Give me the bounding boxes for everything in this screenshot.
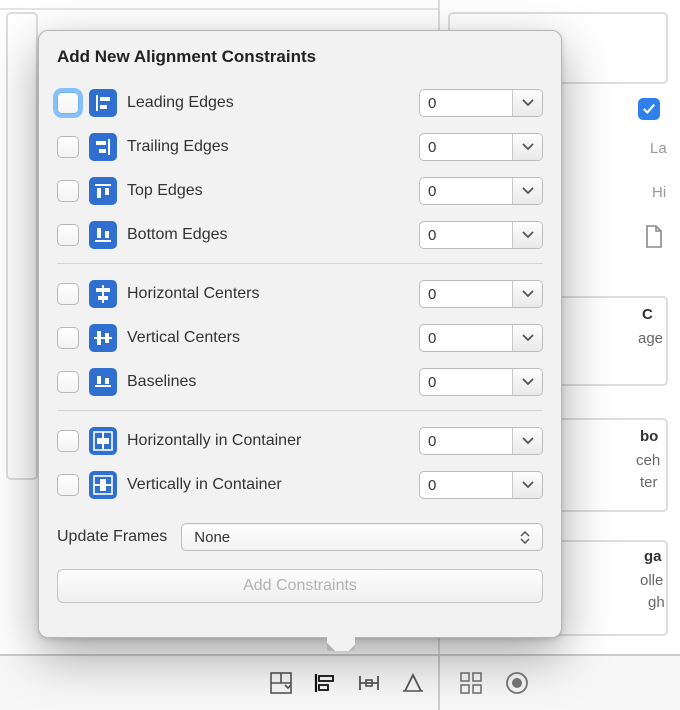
bg-text-bo: bo <box>640 428 658 445</box>
toolbar-divider <box>438 656 440 710</box>
trailing-checkbox[interactable] <box>57 136 79 158</box>
canvas-toolbar <box>0 654 680 710</box>
chevron-down-icon[interactable] <box>512 325 542 351</box>
baselines-checkbox[interactable] <box>57 371 79 393</box>
hcontainer-value-combo[interactable]: 0 <box>419 427 543 455</box>
leading-value-combo[interactable]: 0 <box>419 89 543 117</box>
document-icon <box>644 225 664 249</box>
canvas-left-strip <box>6 12 38 480</box>
baselines-icon <box>89 368 117 396</box>
alignment-constraints-popover: Add New Alignment Constraints Leading Ed… <box>38 30 562 638</box>
chevron-down-icon[interactable] <box>512 369 542 395</box>
group-separator <box>57 263 543 264</box>
trailing-icon <box>89 133 117 161</box>
update-frames-popup[interactable]: None <box>181 523 543 551</box>
hcenters-label: Horizontal Centers <box>127 285 419 303</box>
hcontainer-checkbox[interactable] <box>57 430 79 452</box>
bg-text-age: age <box>638 330 663 347</box>
align-row-leading: Leading Edges0 <box>57 81 543 125</box>
top-label: Top Edges <box>127 182 419 200</box>
resolve-tool-icon[interactable] <box>400 670 426 696</box>
vcenters-label: Vertical Centers <box>127 329 419 347</box>
add-constraints-label: Add Constraints <box>243 577 357 595</box>
align-row-trailing: Trailing Edges0 <box>57 125 543 169</box>
align-row-hcontainer: Horizontally in Container0 <box>57 419 543 463</box>
chevron-down-icon[interactable] <box>512 428 542 454</box>
vcenters-icon <box>89 324 117 352</box>
vcenters-value-combo[interactable]: 0 <box>419 324 543 352</box>
bottom-icon <box>89 221 117 249</box>
align-row-bottom: Bottom Edges0 <box>57 213 543 257</box>
pin-tool-icon[interactable] <box>356 670 382 696</box>
vcontainer-value: 0 <box>420 472 512 498</box>
trailing-label: Trailing Edges <box>127 138 419 156</box>
zoom-icon[interactable] <box>504 670 530 696</box>
hcontainer-value: 0 <box>420 428 512 454</box>
update-frames-label: Update Frames <box>57 528 167 546</box>
bg-text-c: C <box>642 306 653 323</box>
top-value-combo[interactable]: 0 <box>419 177 543 205</box>
trailing-value: 0 <box>420 134 512 160</box>
chevron-down-icon[interactable] <box>512 222 542 248</box>
bg-text-ceh: ceh <box>636 452 660 469</box>
align-tool-icon[interactable] <box>312 670 338 696</box>
vcenters-value: 0 <box>420 325 512 351</box>
align-row-vcenters: Vertical Centers0 <box>57 316 543 360</box>
bottom-label: Bottom Edges <box>127 226 419 244</box>
hcenters-icon <box>89 280 117 308</box>
leading-label: Leading Edges <box>127 94 419 112</box>
hcenters-value: 0 <box>420 281 512 307</box>
bottom-checkbox[interactable] <box>57 224 79 246</box>
hcenters-value-combo[interactable]: 0 <box>419 280 543 308</box>
top-value: 0 <box>420 178 512 204</box>
update-frames-value: None <box>194 529 230 546</box>
grid-icon[interactable] <box>458 670 484 696</box>
vcontainer-label: Vertically in Container <box>127 476 419 494</box>
bg-text-ter: ter <box>640 474 658 491</box>
top-icon <box>89 177 117 205</box>
align-row-top: Top Edges0 <box>57 169 543 213</box>
baselines-value: 0 <box>420 369 512 395</box>
group-separator <box>57 410 543 411</box>
bg-text-olle: olle <box>640 572 663 589</box>
chevron-down-icon[interactable] <box>512 472 542 498</box>
hcontainer-label: Horizontally in Container <box>127 432 419 450</box>
align-row-baselines: Baselines0 <box>57 360 543 404</box>
baselines-value-combo[interactable]: 0 <box>419 368 543 396</box>
vcenters-checkbox[interactable] <box>57 327 79 349</box>
bg-text-hi: Hi <box>652 184 666 201</box>
chevron-down-icon[interactable] <box>512 90 542 116</box>
align-row-hcenters: Horizontal Centers0 <box>57 272 543 316</box>
top-checkbox[interactable] <box>57 180 79 202</box>
trailing-value-combo[interactable]: 0 <box>419 133 543 161</box>
background-checkbox[interactable] <box>638 98 660 120</box>
hcontainer-icon <box>89 427 117 455</box>
popover-arrow <box>327 637 355 651</box>
bottom-value: 0 <box>420 222 512 248</box>
chevron-down-icon[interactable] <box>512 134 542 160</box>
baselines-label: Baselines <box>127 373 419 391</box>
chevron-down-icon[interactable] <box>512 178 542 204</box>
leading-checkbox[interactable] <box>57 92 79 114</box>
bottom-value-combo[interactable]: 0 <box>419 221 543 249</box>
stack-tool-icon[interactable] <box>268 670 294 696</box>
vcontainer-icon <box>89 471 117 499</box>
hcenters-checkbox[interactable] <box>57 283 79 305</box>
popover-title: Add New Alignment Constraints <box>57 47 543 67</box>
leading-value: 0 <box>420 90 512 116</box>
leading-icon <box>89 89 117 117</box>
canvas-top-edge <box>0 8 438 10</box>
bg-text-gh: gh <box>648 594 665 611</box>
align-row-vcontainer: Vertically in Container0 <box>57 463 543 507</box>
stepper-icon <box>520 528 534 546</box>
bg-text-ga: ga <box>644 548 662 565</box>
chevron-down-icon[interactable] <box>512 281 542 307</box>
add-constraints-button[interactable]: Add Constraints <box>57 569 543 603</box>
vcontainer-value-combo[interactable]: 0 <box>419 471 543 499</box>
bg-text-la: La <box>650 140 667 157</box>
vcontainer-checkbox[interactable] <box>57 474 79 496</box>
